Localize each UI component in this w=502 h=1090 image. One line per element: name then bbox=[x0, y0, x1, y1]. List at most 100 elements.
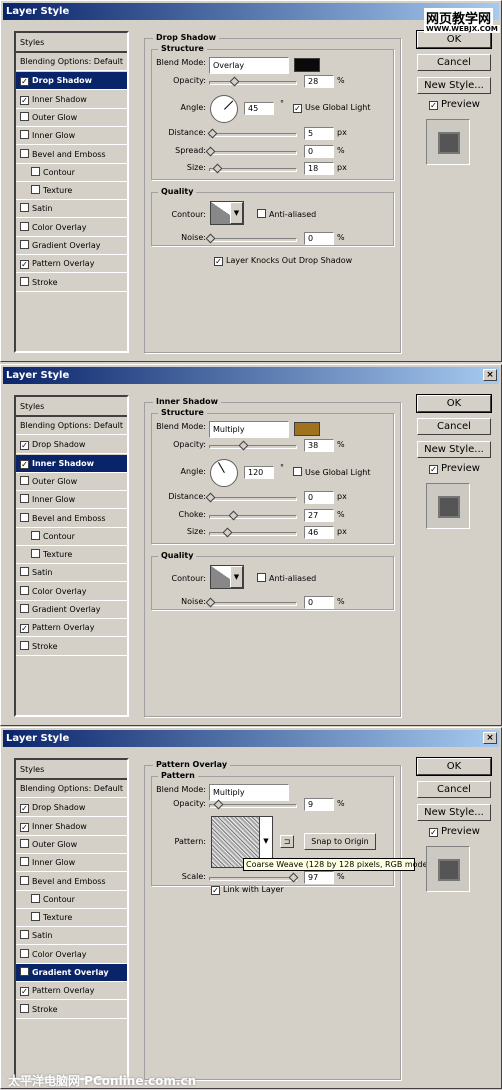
style-checkbox[interactable]: ✓ bbox=[20, 441, 29, 451]
close-button[interactable]: × bbox=[483, 369, 497, 381]
style-item-blending-options-default[interactable]: Blending Options: Default bbox=[16, 780, 127, 798]
style-checkbox[interactable] bbox=[20, 475, 29, 485]
color-swatch[interactable] bbox=[294, 58, 320, 72]
style-item-satin[interactable]: Satin bbox=[16, 564, 127, 583]
style-item-pattern-overlay[interactable]: ✓ Pattern Overlay bbox=[16, 255, 127, 274]
style-checkbox[interactable] bbox=[31, 912, 40, 922]
style-checkbox[interactable] bbox=[20, 930, 29, 940]
dropdown-arrow-icon[interactable]: ▼ bbox=[230, 202, 243, 224]
new-style-button[interactable]: New Style... bbox=[417, 77, 491, 94]
use-global-light[interactable]: ✓ Use Global Light bbox=[293, 103, 371, 113]
style-checkbox[interactable] bbox=[20, 111, 29, 121]
cancel-button[interactable]: Cancel bbox=[417, 781, 491, 798]
use-global-light[interactable]: Use Global Light bbox=[293, 467, 371, 477]
style-item-stroke[interactable]: Stroke bbox=[16, 1001, 127, 1019]
style-item-stroke[interactable]: Stroke bbox=[16, 638, 127, 656]
distance-input[interactable]: 5 bbox=[304, 127, 334, 140]
choke-slider[interactable] bbox=[209, 510, 297, 520]
ok-button[interactable]: OK bbox=[416, 30, 492, 49]
spread-input[interactable]: 0 bbox=[304, 144, 334, 158]
noise-slider[interactable] bbox=[205, 233, 297, 244]
style-item-pattern-overlay[interactable]: ✓ Pattern Overlay bbox=[16, 982, 127, 1001]
new-preset-icon[interactable]: ⊐ bbox=[280, 835, 294, 848]
spread-slider[interactable] bbox=[205, 146, 297, 156]
distance-input[interactable]: 0 bbox=[304, 491, 334, 504]
opacity-input[interactable]: 9 bbox=[304, 798, 334, 811]
style-item-bevel-and-emboss[interactable]: Bevel and Emboss bbox=[16, 873, 127, 891]
close-button[interactable]: × bbox=[483, 732, 497, 744]
style-checkbox[interactable] bbox=[20, 203, 29, 213]
style-checkbox[interactable] bbox=[20, 585, 29, 595]
style-item-blending-options-default[interactable]: Blending Options: Default bbox=[16, 417, 127, 435]
opacity-input[interactable]: 28 bbox=[304, 75, 334, 88]
new-style-button[interactable]: New Style... bbox=[417, 804, 491, 821]
style-item-drop-shadow[interactable]: ✓ Drop Shadow bbox=[16, 436, 127, 455]
layer-knocks-out[interactable]: ✓ Layer Knocks Out Drop Shadow bbox=[214, 256, 352, 266]
noise-input[interactable]: 0 bbox=[304, 232, 334, 245]
use-global-light-checkbox[interactable] bbox=[293, 467, 302, 476]
style-item-texture[interactable]: Texture bbox=[16, 182, 127, 201]
preview-checkbox[interactable]: ✓ bbox=[429, 101, 438, 110]
style-item-outer-glow[interactable]: Outer Glow bbox=[16, 473, 127, 491]
use-global-light-checkbox[interactable]: ✓ bbox=[293, 104, 302, 113]
angle-dial[interactable] bbox=[210, 95, 238, 123]
noise-input[interactable]: 0 bbox=[304, 596, 334, 609]
style-item-texture[interactable]: Texture bbox=[16, 546, 127, 565]
style-item-satin[interactable]: Satin bbox=[16, 927, 127, 946]
ok-button[interactable]: OK bbox=[416, 757, 492, 776]
styles-header[interactable]: Styles bbox=[16, 33, 127, 53]
distance-slider[interactable] bbox=[207, 128, 297, 139]
style-checkbox[interactable]: ✓ bbox=[20, 624, 29, 634]
angle-input[interactable]: 45 bbox=[244, 102, 274, 115]
style-item-bevel-and-emboss[interactable]: Bevel and Emboss bbox=[16, 510, 127, 528]
opacity-slider[interactable] bbox=[209, 799, 297, 810]
style-checkbox[interactable] bbox=[31, 549, 40, 559]
style-item-color-overlay[interactable]: Color Overlay bbox=[16, 219, 127, 237]
preview-checkbox[interactable]: ✓ bbox=[429, 465, 438, 474]
style-checkbox[interactable] bbox=[20, 948, 29, 958]
cancel-button[interactable]: Cancel bbox=[417, 418, 491, 435]
style-checkbox[interactable] bbox=[20, 221, 29, 231]
style-checkbox[interactable] bbox=[20, 148, 29, 158]
new-style-button[interactable]: New Style... bbox=[417, 441, 491, 458]
style-item-contour[interactable]: Contour bbox=[16, 891, 127, 909]
style-checkbox[interactable]: ✓ bbox=[20, 987, 29, 997]
size-slider[interactable] bbox=[209, 163, 297, 174]
style-checkbox[interactable]: ✓ bbox=[20, 260, 29, 270]
style-item-contour[interactable]: Contour bbox=[16, 164, 127, 182]
size-input[interactable]: 18 bbox=[304, 162, 334, 175]
style-checkbox[interactable] bbox=[20, 512, 29, 522]
style-item-gradient-overlay[interactable]: Gradient Overlay bbox=[16, 964, 127, 982]
ok-button[interactable]: OK bbox=[416, 394, 492, 413]
styles-header[interactable]: Styles bbox=[16, 397, 127, 417]
contour-picker[interactable]: ▼ bbox=[210, 565, 244, 589]
scale-slider[interactable] bbox=[209, 872, 299, 883]
style-checkbox[interactable] bbox=[20, 1003, 29, 1013]
style-item-bevel-and-emboss[interactable]: Bevel and Emboss bbox=[16, 146, 127, 164]
style-checkbox[interactable] bbox=[31, 530, 40, 540]
style-item-color-overlay[interactable]: Color Overlay bbox=[16, 583, 127, 601]
blend-mode-select[interactable]: Overlay bbox=[209, 57, 289, 74]
snap-to-origin-button[interactable]: Snap to Origin bbox=[304, 833, 376, 850]
styles-header[interactable]: Styles bbox=[16, 760, 127, 780]
opacity-slider[interactable] bbox=[209, 76, 297, 87]
preview-checkbox[interactable]: ✓ bbox=[429, 828, 438, 837]
style-checkbox[interactable] bbox=[20, 875, 29, 885]
noise-slider[interactable] bbox=[205, 597, 297, 608]
style-checkbox[interactable] bbox=[20, 967, 29, 976]
style-checkbox[interactable]: ✓ bbox=[20, 459, 29, 469]
style-item-pattern-overlay[interactable]: ✓ Pattern Overlay bbox=[16, 619, 127, 638]
style-checkbox[interactable] bbox=[20, 276, 29, 286]
scale-input[interactable]: 97 bbox=[304, 871, 334, 884]
layer-knocks-out-checkbox[interactable]: ✓ bbox=[214, 257, 223, 266]
style-checkbox[interactable]: ✓ bbox=[20, 95, 29, 105]
style-checkbox[interactable]: ✓ bbox=[20, 804, 29, 814]
link-with-layer[interactable]: ✓ Link with Layer bbox=[211, 885, 284, 895]
anti-aliased-checkbox[interactable] bbox=[257, 573, 266, 582]
style-checkbox[interactable]: ✓ bbox=[20, 822, 29, 832]
style-checkbox[interactable] bbox=[20, 494, 29, 504]
style-item-blending-options-default[interactable]: Blending Options: Default bbox=[16, 53, 127, 71]
blend-mode-select[interactable]: Multiply bbox=[209, 421, 289, 438]
style-checkbox[interactable] bbox=[20, 857, 29, 867]
style-item-outer-glow[interactable]: Outer Glow bbox=[16, 836, 127, 854]
